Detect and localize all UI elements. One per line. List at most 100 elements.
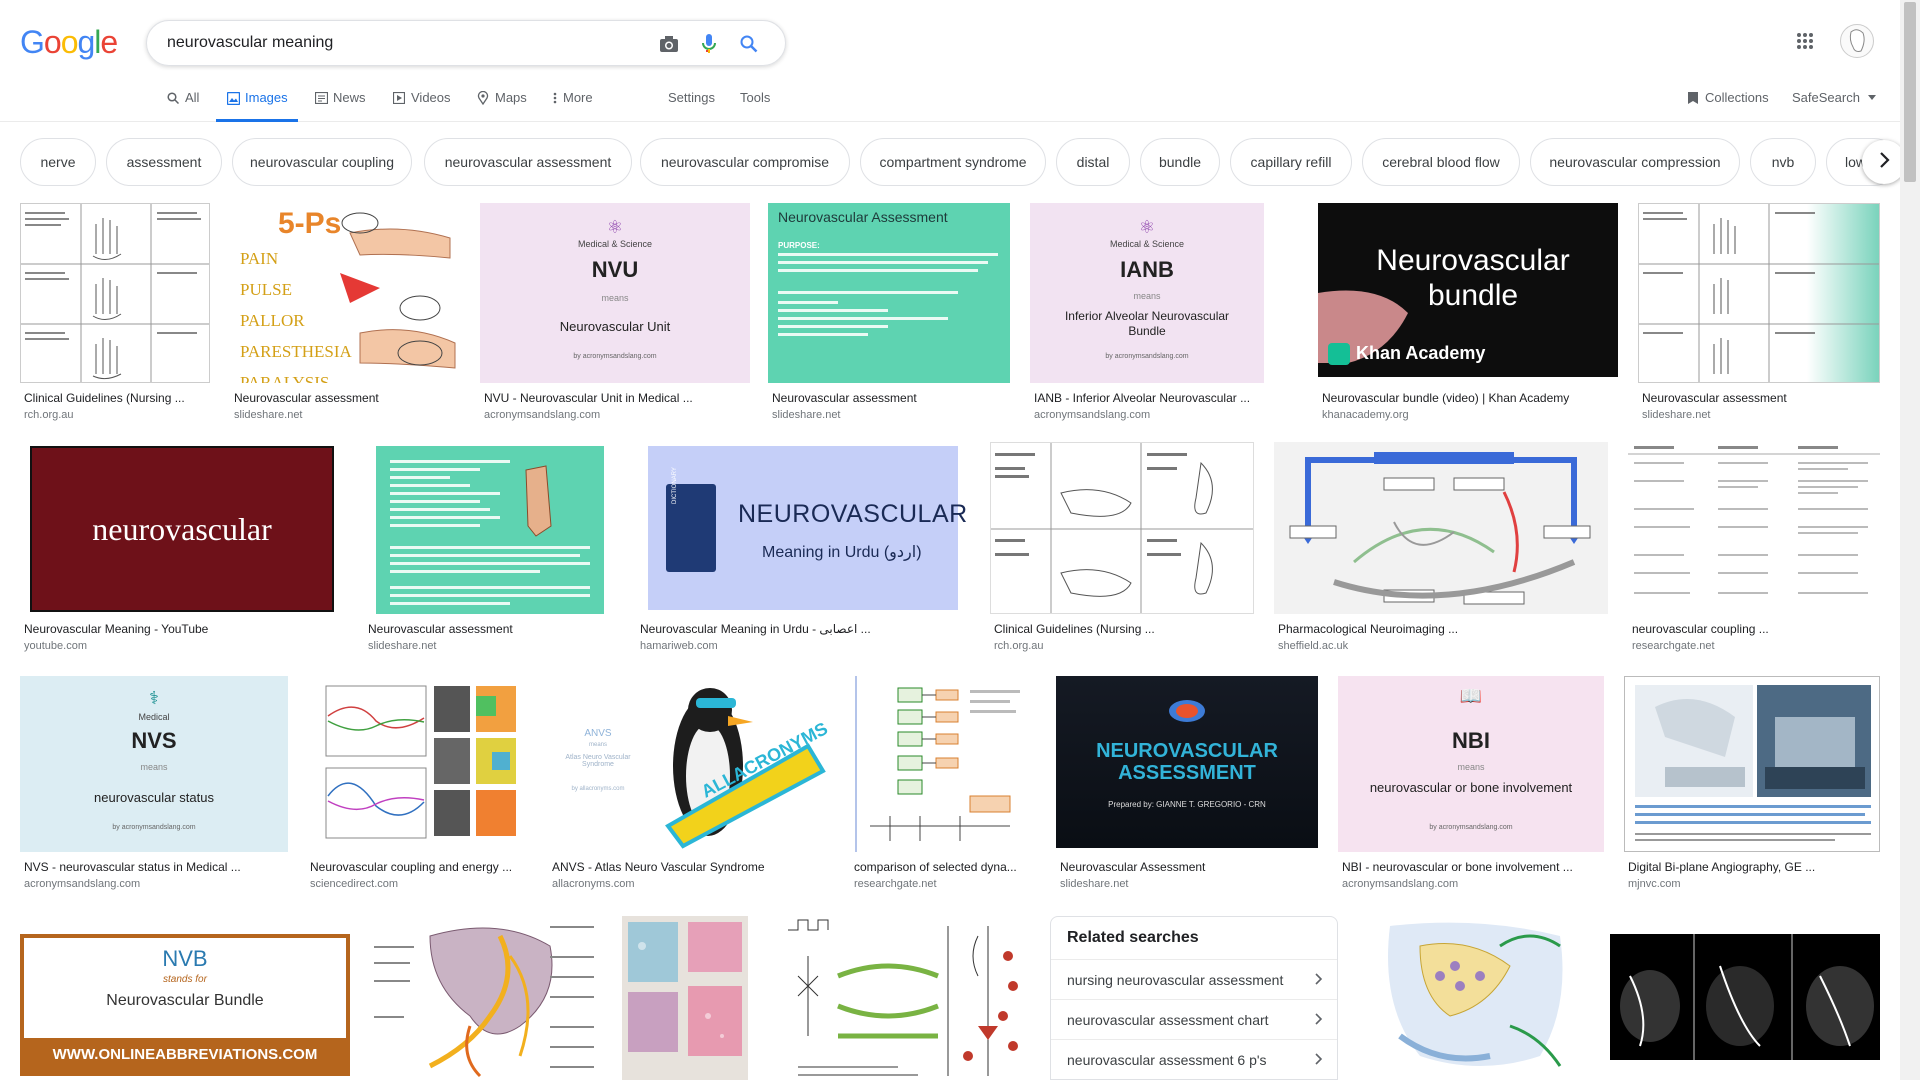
thumb-text: Prepared by: GIANNE T. GREGORIO - CRN	[1108, 800, 1266, 809]
tools-link[interactable]: Tools	[740, 90, 770, 105]
image-result[interactable]: NEUROVASCULAR ASSESSMENT Prepared by: GI…	[1056, 676, 1318, 896]
logo-letter: e	[100, 24, 118, 60]
image-result[interactable]: Neurovascular Assessment PURPOSE: Neurov…	[768, 203, 1010, 423]
safesearch-dropdown[interactable]: SafeSearch	[1792, 90, 1879, 122]
atom-icon: ⚛	[606, 217, 624, 237]
page-scrollbar[interactable]	[1900, 0, 1920, 1080]
chip[interactable]: neurovascular assessment	[424, 138, 632, 186]
result-thumbnail: 5-Ps PAIN PULSE PALLOR PARESTHESIA PARAL…	[230, 203, 460, 383]
thumb-text: means	[1457, 762, 1485, 772]
image-result[interactable]: neurovascular coupling ... researchgate.…	[1628, 442, 1880, 660]
slide-bg	[376, 446, 604, 614]
thumb-text: NVU	[591, 257, 639, 282]
collections-link[interactable]: Collections	[1686, 90, 1769, 122]
tab-news[interactable]: News	[314, 90, 366, 122]
image-result[interactable]: ANVS means Atlas Neuro Vascular Syndrome…	[548, 676, 830, 896]
result-title: Neurovascular assessment	[234, 391, 379, 405]
scrollbar-thumb[interactable]	[1904, 2, 1916, 182]
result-source: mjnvc.com	[1628, 878, 1681, 890]
image-result[interactable]	[370, 916, 602, 1080]
image-result[interactable]: 📖 NBI means neurovascular or bone involv…	[1338, 676, 1604, 896]
image-result[interactable]: Neurovascular assessment slideshare.net	[1638, 203, 1880, 423]
bookmark-icon	[1686, 91, 1700, 105]
tab-label: Images	[245, 90, 288, 105]
result-title: Neurovascular assessment	[772, 391, 917, 405]
chip[interactable]: compartment syndrome	[860, 138, 1046, 186]
chevron-right-icon	[1315, 1012, 1323, 1028]
search-icon	[166, 91, 180, 105]
chip[interactable]: neurovascular compromise	[640, 138, 850, 186]
image-result[interactable]: Digital Bi-plane Angiography, GE ... mjn…	[1624, 676, 1880, 896]
image-result[interactable]: Neurovascular bundle Khan Academy Neurov…	[1318, 203, 1618, 423]
image-result[interactable]: comparison of selected dyna... researchg…	[850, 676, 1036, 896]
chip[interactable]: nvb	[1750, 138, 1816, 186]
image-result[interactable]: neurovascular Neurovascular Meaning - Yo…	[20, 442, 344, 660]
search-icon[interactable]	[737, 32, 761, 56]
image-result[interactable]: 5-Ps PAIN PULSE PALLOR PARESTHESIA PARAL…	[230, 203, 460, 423]
related-search-item[interactable]: neurovascular assessment chart	[1051, 999, 1337, 1039]
search-input[interactable]	[167, 34, 637, 52]
image-result[interactable]: ⚕ Medical NVS means neurovascular status…	[20, 676, 288, 896]
result-source: khanacademy.org	[1322, 409, 1409, 421]
image-result[interactable]: NVB stands for Neurovascular Bundle WWW.…	[20, 916, 350, 1080]
tab-label: News	[333, 90, 366, 105]
tab-all[interactable]: All	[166, 90, 199, 122]
image-result[interactable]: DICTIONARY NEUROVASCULAR Meaning in Urdu…	[636, 442, 970, 660]
related-chips: nerve assessment neurovascular coupling …	[0, 138, 1890, 188]
thumb-text: NVB	[162, 946, 208, 971]
thumb-text: NBI	[1452, 728, 1490, 753]
result-thumbnail	[1628, 442, 1880, 614]
tab-more[interactable]: More	[552, 90, 593, 122]
tab-videos[interactable]: Videos	[392, 90, 451, 122]
chip[interactable]: neurovascular compression	[1530, 138, 1740, 186]
avatar[interactable]	[1840, 24, 1874, 58]
image-result[interactable]	[1610, 916, 1880, 1080]
neuroimaging-diagram	[1274, 442, 1608, 614]
google-logo[interactable]: Google	[20, 24, 118, 61]
image-result[interactable]	[1360, 916, 1590, 1080]
result-source: slideshare.net	[234, 409, 303, 421]
result-source: acronymsandslang.com	[1342, 878, 1459, 890]
result-title: NBI - neurovascular or bone involvement …	[1342, 860, 1573, 874]
collections-label: Collections	[1705, 90, 1769, 105]
image-result[interactable]: Clinical Guidelines (Nursing ... rch.org…	[20, 203, 210, 423]
chip[interactable]: neurovascular coupling	[232, 138, 412, 186]
related-search-item[interactable]: neurovascular assessment 6 p's	[1051, 1039, 1337, 1079]
image-result[interactable]	[788, 916, 1030, 1080]
image-result[interactable]: Neurovascular coupling and energy ... sc…	[306, 676, 528, 896]
nvb-frame: NVB stands for Neurovascular Bundle WWW.…	[20, 934, 350, 1076]
chip[interactable]: distal	[1056, 138, 1130, 186]
tab-label: All	[185, 90, 200, 105]
result-source: slideshare.net	[772, 409, 841, 421]
result-source: sciencedirect.com	[310, 878, 399, 890]
logo-letter: G	[20, 24, 45, 60]
image-result[interactable]	[622, 916, 748, 1080]
result-thumbnail	[1360, 916, 1590, 1080]
thumb-text: by acronymsandslang.com	[112, 824, 196, 831]
apps-grid-icon[interactable]	[1796, 32, 1816, 52]
microphone-icon[interactable]	[697, 32, 721, 56]
thumb-text: Medical	[138, 712, 170, 722]
image-result[interactable]: ⚛ Medical & Science IANB means Inferior …	[1030, 203, 1264, 423]
chip[interactable]: nerve	[20, 138, 96, 186]
result-thumbnail: ⚛ Medical & Science IANB means Inferior …	[1030, 203, 1264, 383]
result-source: sheffield.ac.uk	[1278, 640, 1349, 652]
chip[interactable]: assessment	[106, 138, 222, 186]
image-result[interactable]: Neurovascular assessment slideshare.net	[364, 442, 616, 660]
settings-link[interactable]: Settings	[668, 90, 715, 105]
nerve-chart-figure	[1639, 204, 1879, 382]
thumb-text: means	[140, 762, 168, 772]
chip[interactable]: capillary refill	[1230, 138, 1352, 186]
related-search-item[interactable]: nursing neurovascular assessment	[1051, 959, 1337, 999]
camera-icon[interactable]	[657, 32, 681, 56]
chip[interactable]: bundle	[1140, 138, 1220, 186]
tab-maps[interactable]: Maps	[476, 90, 527, 122]
image-result[interactable]: Pharmacological Neuroimaging ... sheffie…	[1274, 442, 1608, 660]
result-thumbnail	[1638, 203, 1880, 383]
image-result[interactable]: ⚛ Medical & Science NVU means Neurovascu…	[480, 203, 750, 423]
tab-images[interactable]: Images	[216, 90, 298, 122]
image-result[interactable]: Clinical Guidelines (Nursing ... rch.org…	[990, 442, 1254, 660]
chip[interactable]: cerebral blood flow	[1362, 138, 1520, 186]
angiography-photo	[1635, 685, 1871, 841]
thumb-text: neurovascular	[30, 446, 334, 612]
